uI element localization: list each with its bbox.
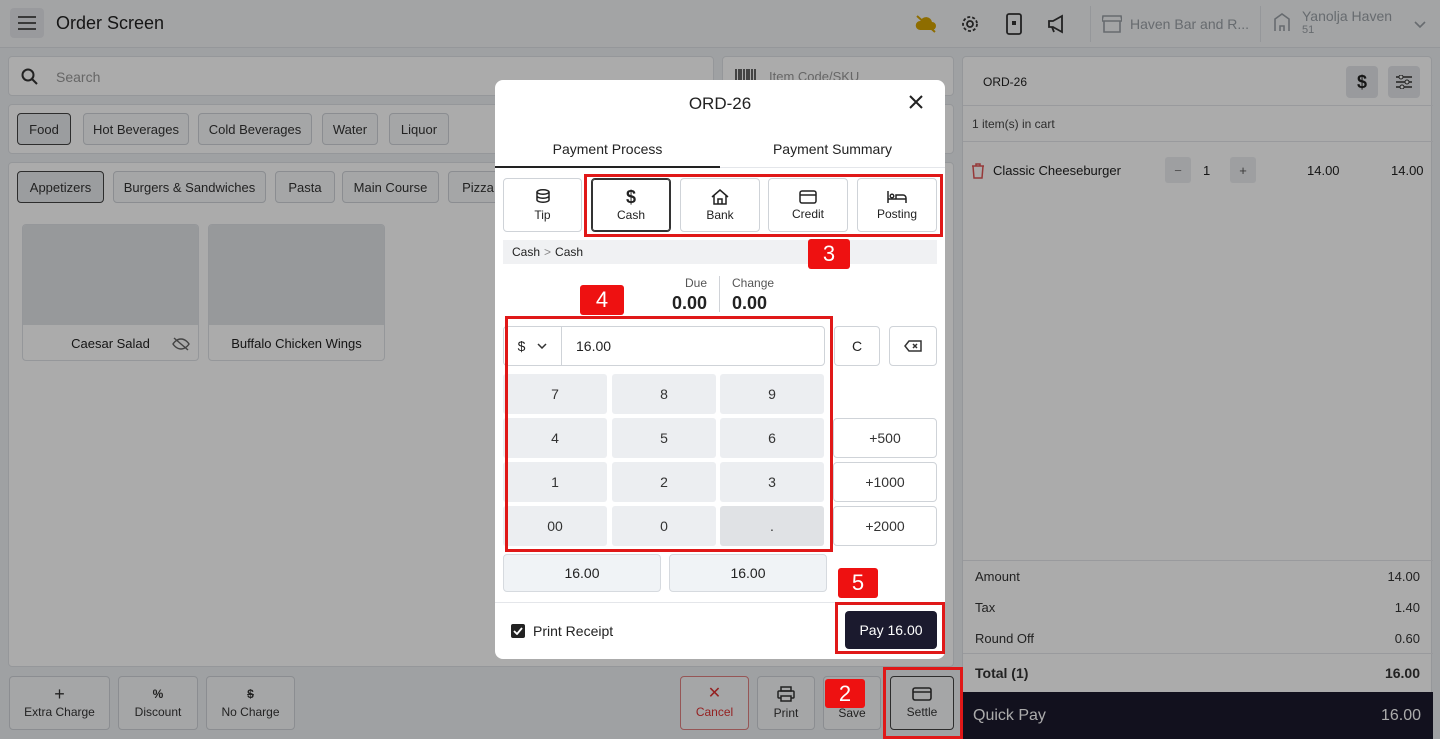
key-7[interactable]: 7 (503, 374, 607, 414)
dollar-icon: $ (625, 186, 636, 207)
key-6[interactable]: 6 (720, 418, 824, 458)
change-value: 0.00 (732, 293, 768, 313)
home-icon (711, 188, 729, 205)
add-2000-button[interactable]: +2000 (833, 506, 937, 546)
credit-label: Credit (791, 206, 824, 221)
divider (719, 276, 720, 312)
due-label: Due (684, 276, 707, 290)
close-icon[interactable] (909, 95, 923, 112)
key-4[interactable]: 4 (503, 418, 607, 458)
active-tab-indicator (495, 166, 720, 168)
suggested-amount-button[interactable]: 16.00 (669, 554, 827, 592)
key-decimal[interactable]: . (720, 506, 824, 546)
backspace-icon[interactable] (889, 326, 937, 366)
tip-label: Tip (534, 207, 551, 222)
cash-method-button[interactable]: $ Cash (591, 178, 671, 232)
posting-label: Posting (876, 206, 918, 221)
annotation-badge: 4 (580, 285, 624, 315)
check-icon (513, 627, 523, 635)
key-1[interactable]: 1 (503, 462, 607, 502)
chevron-down-icon (537, 343, 547, 349)
print-receipt-checkbox[interactable] (511, 624, 525, 638)
pay-button[interactable]: Pay 16.00 (845, 611, 937, 649)
clear-button[interactable]: C (834, 326, 880, 366)
key-5[interactable]: 5 (612, 418, 716, 458)
key-9[interactable]: 9 (720, 374, 824, 414)
tab-payment-process[interactable]: Payment Process (495, 141, 720, 157)
key-3[interactable]: 3 (720, 462, 824, 502)
key-0[interactable]: 0 (612, 506, 716, 546)
amount-input[interactable]: 16.00 (576, 338, 611, 354)
cash-label: Cash (616, 207, 645, 222)
breadcrumb-separator: > (544, 245, 552, 259)
annotation-badge: 2 (825, 679, 865, 708)
amount-field[interactable]: $ 16.00 (503, 326, 825, 366)
coins-icon (535, 188, 550, 203)
breadcrumb: Cash > Cash (503, 240, 937, 264)
due-value: 0.00 (671, 293, 707, 313)
credit-method-button[interactable]: Credit (768, 178, 848, 232)
currency-value: $ (517, 338, 526, 354)
key-8[interactable]: 8 (612, 374, 716, 414)
bank-label: Bank (706, 207, 734, 222)
divider (495, 602, 945, 603)
key-2[interactable]: 2 (612, 462, 716, 502)
annotation-badge: 5 (838, 568, 878, 598)
key-00[interactable]: 00 (503, 506, 607, 546)
breadcrumb-root: Cash (512, 245, 541, 259)
modal-title: ORD-26 (688, 94, 752, 113)
breadcrumb-leaf: Cash (555, 245, 584, 259)
annotation-badge: 3 (808, 239, 850, 269)
credit-card-icon (799, 189, 817, 204)
currency-select[interactable]: $ (504, 327, 562, 365)
print-receipt-label: Print Receipt (533, 623, 614, 639)
add-500-button[interactable]: +500 (833, 418, 937, 458)
add-1000-button[interactable]: +1000 (833, 462, 937, 502)
tip-method-button[interactable]: Tip (503, 178, 582, 232)
tab-payment-summary[interactable]: Payment Summary (720, 141, 945, 157)
bed-icon (887, 190, 907, 203)
suggested-amount-button[interactable]: 16.00 (503, 554, 661, 592)
bank-method-button[interactable]: Bank (680, 178, 760, 232)
posting-method-button[interactable]: Posting (857, 178, 937, 232)
change-label: Change (732, 276, 775, 290)
